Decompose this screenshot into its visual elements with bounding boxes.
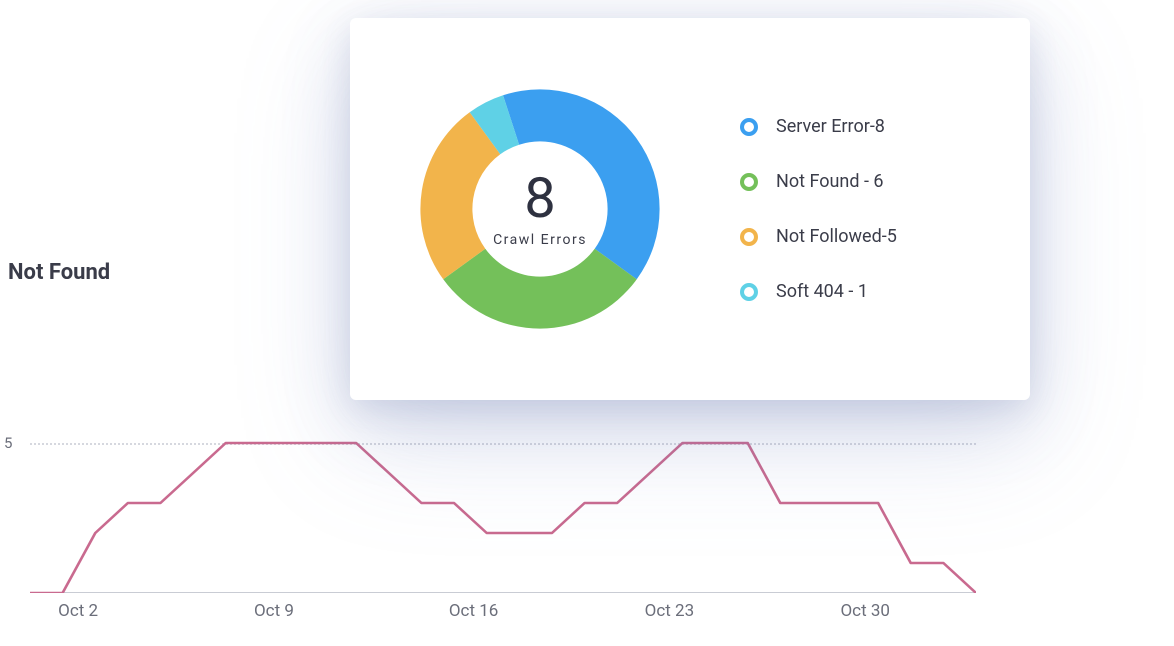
x-tick: Oct 16	[449, 601, 498, 621]
legend-label: Server Error-8	[776, 116, 885, 137]
x-tick: Oct 30	[840, 601, 889, 621]
legend-label: Not Followed-5	[776, 226, 897, 247]
y-axis-tick: 5	[4, 434, 12, 452]
legend-ring-icon	[740, 283, 758, 301]
legend-ring-icon	[740, 173, 758, 191]
donut-center: 8 Crawl Errors	[493, 170, 587, 248]
x-tick: Oct 23	[645, 601, 694, 621]
legend-item: Not Found - 6	[740, 171, 897, 192]
legend-ring-icon	[740, 228, 758, 246]
legend-item: Not Followed-5	[740, 226, 897, 247]
donut-center-label: Crawl Errors	[493, 232, 587, 248]
x-tick: Oct 9	[254, 601, 294, 621]
legend-item: Soft 404 - 1	[740, 281, 897, 302]
legend-label: Not Found - 6	[776, 171, 884, 192]
x-tick: Oct 2	[58, 601, 98, 621]
crawl-errors-card: 8 Crawl Errors Server Error-8 Not Found …	[350, 18, 1030, 400]
legend-label: Soft 404 - 1	[776, 281, 868, 302]
donut-legend: Server Error-8 Not Found - 6 Not Followe…	[740, 116, 897, 302]
donut-center-value: 8	[493, 170, 587, 226]
legend-ring-icon	[740, 118, 758, 136]
donut-chart: 8 Crawl Errors	[410, 79, 670, 339]
x-axis-ticks: Oct 2 Oct 9 Oct 16 Oct 23 Oct 30	[30, 601, 976, 625]
legend-item: Server Error-8	[740, 116, 897, 137]
